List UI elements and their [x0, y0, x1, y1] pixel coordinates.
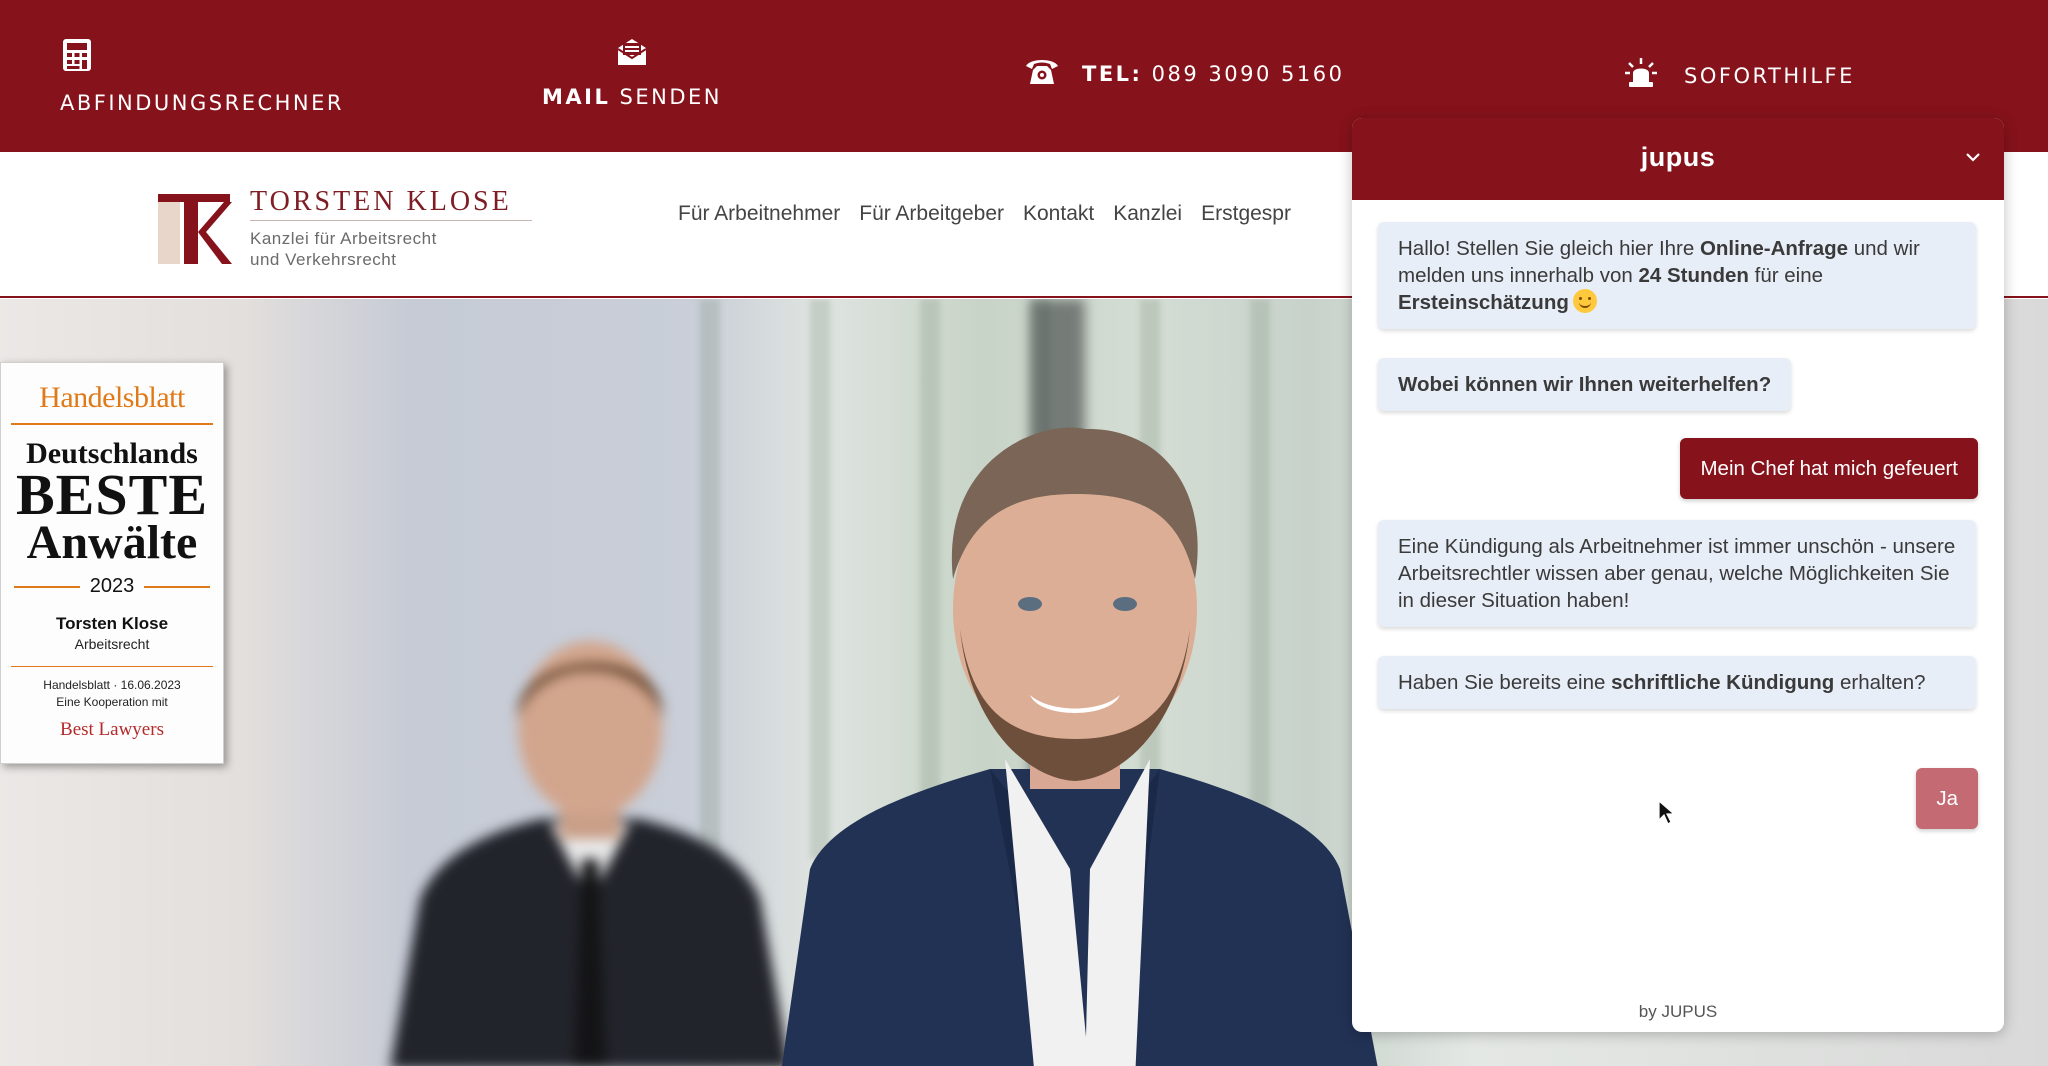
chat-widget: jupus Hallo! Stellen Sie gleich hier Ihr…: [1352, 118, 2004, 1032]
logo-divider: [250, 220, 532, 221]
phone-label: TEL: 089 3090 5160: [1082, 61, 1345, 86]
chat-message-bot: Hallo! Stellen Sie gleich hier Ihre Onli…: [1378, 222, 1976, 329]
nav-item-kanzlei[interactable]: Kanzlei: [1113, 202, 1182, 226]
chat-message-bot: Haben Sie bereits eine schriftliche Künd…: [1378, 656, 1976, 709]
chat-message-user: Mein Chef hat mich gefeuert: [1680, 438, 1978, 499]
award-line-3: Anwälte: [26, 516, 198, 569]
chat-footer[interactable]: by JUPUS: [1352, 1002, 2004, 1022]
chat-message-bot: Eine Kündigung als Arbeitnehmer ist imme…: [1378, 520, 1976, 627]
nav-item-kontakt[interactable]: Kontakt: [1023, 202, 1094, 226]
nav-item-arbeitnehmer[interactable]: Für Arbeitnehmer: [678, 202, 840, 226]
award-area: Arbeitsrecht: [74, 636, 150, 652]
award-divider: [11, 423, 213, 425]
chevron-down-icon[interactable]: [1964, 148, 1982, 166]
calculator-link[interactable]: ABFINDUNGSRECHNER: [60, 38, 344, 115]
smiley-emoji-icon: [1572, 289, 1597, 313]
mail-link[interactable]: MAIL SENDEN: [542, 38, 722, 109]
chat-message-user[interactable]: Ja: [1916, 768, 1978, 829]
chat-title: jupus: [1640, 142, 1716, 172]
chat-header: jupus: [1352, 118, 2004, 200]
logo-mark: [158, 188, 232, 264]
logo-name: TORSTEN KLOSE: [250, 186, 512, 217]
award-year-row: 2023: [1, 575, 223, 598]
phone-link[interactable]: TEL: 089 3090 5160: [1024, 56, 1344, 91]
logo-subtitle: Kanzlei für Arbeitsrecht und Verkehrsrec…: [250, 229, 437, 269]
award-publisher: Handelsblatt: [39, 381, 185, 414]
award-meta: Handelsblatt · 16.06.2023 Eine Kooperati…: [43, 678, 181, 709]
main-nav: Für Arbeitnehmer Für Arbeitgeber Kontakt…: [678, 202, 1291, 226]
emergency-label: SOFORTHILFE: [1684, 63, 1855, 88]
site-logo[interactable]: TORSTEN KLOSE Kanzlei für Arbeitsrecht u…: [158, 186, 532, 269]
nav-item-erstgespraech[interactable]: Erstgespr: [1201, 202, 1291, 226]
calculator-label: ABFINDUNGSRECHNER: [60, 91, 344, 115]
emergency-link[interactable]: SOFORTHILFE: [1624, 56, 1855, 95]
calculator-icon: [62, 38, 92, 77]
chat-message-bot: Wobei können wir Ihnen weiterhelfen?: [1378, 358, 1792, 411]
mail-label: MAIL SENDEN: [542, 85, 723, 109]
award-divider-2: [11, 666, 213, 667]
award-line-2: BESTE: [16, 462, 208, 527]
nav-item-arbeitgeber[interactable]: Für Arbeitgeber: [859, 202, 1004, 226]
siren-icon: [1624, 56, 1658, 95]
mouse-cursor-icon: [1658, 800, 1676, 825]
award-partner: Best Lawyers: [60, 719, 164, 740]
phone-icon: [1024, 56, 1060, 91]
mail-icon: [616, 38, 648, 71]
award-badge: Handelsblatt Deutschlands BESTE Anwälte …: [0, 362, 224, 764]
award-name: Torsten Klose: [55, 614, 169, 633]
award-year: 2023: [89, 575, 135, 597]
